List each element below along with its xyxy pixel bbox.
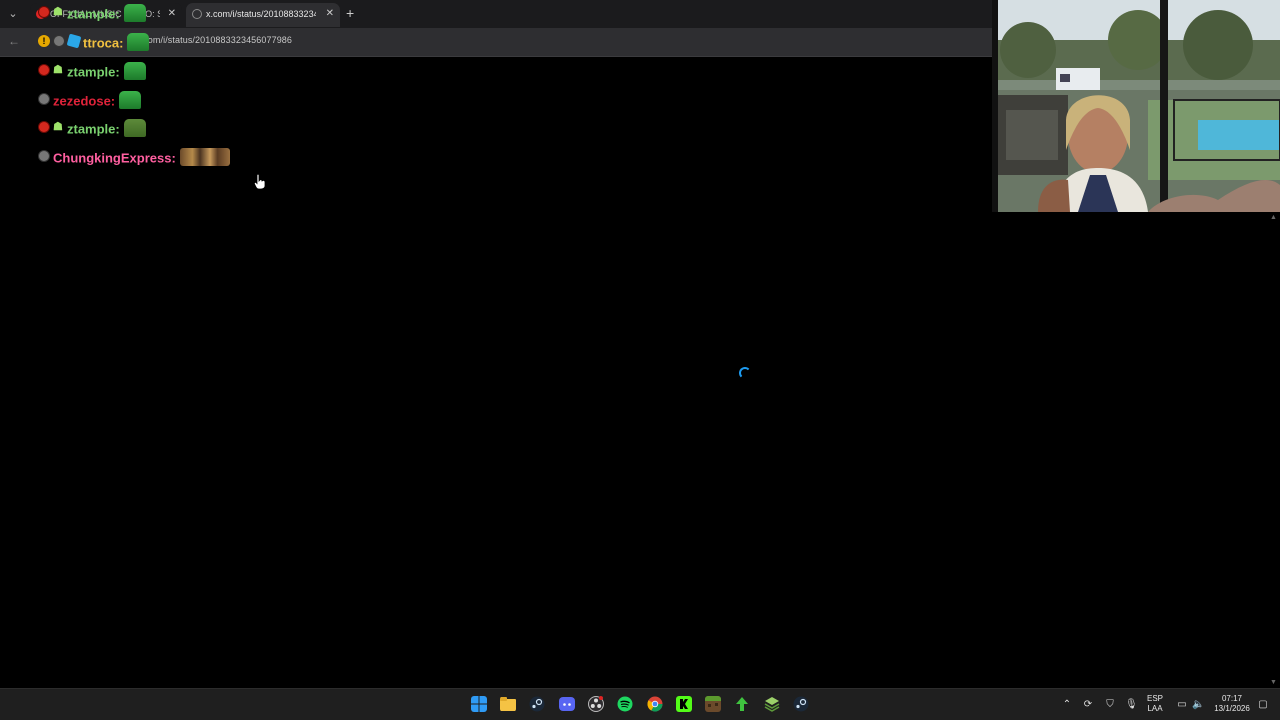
- tab-search-chevron-icon[interactable]: ⌄: [4, 6, 22, 22]
- chat-message: ☗ ztample:: [38, 62, 146, 87]
- chat-username: zezedose:: [53, 93, 116, 109]
- steam-icon[interactable]: [529, 696, 545, 712]
- sync-icon[interactable]: ⟳: [1082, 699, 1094, 711]
- emote-icon: [179, 148, 230, 166]
- webcam-overlay: [992, 0, 1280, 212]
- obs-icon[interactable]: [588, 696, 604, 712]
- network-icon[interactable]: ▭: [1176, 699, 1188, 711]
- gray-badge-icon: [38, 150, 50, 162]
- discord-icon[interactable]: [559, 696, 575, 712]
- scroll-down-arrow-icon[interactable]: ▼: [1270, 679, 1277, 686]
- spotify-icon[interactable]: [617, 696, 633, 712]
- clock[interactable]: 07:17 13/1/2026: [1210, 694, 1254, 714]
- chat-message: ☗ ztample:: [38, 4, 146, 29]
- red-badge-icon: [38, 64, 50, 76]
- tab-x-status[interactable]: x.com/i/status/2010883323456 ✕: [186, 3, 340, 27]
- red-badge-icon: [38, 121, 50, 133]
- new-tab-plus-icon[interactable]: +: [346, 4, 354, 22]
- microphone-icon[interactable]: 🎙: [1125, 699, 1138, 711]
- chat-username: ztample:: [67, 6, 120, 22]
- red-badge-icon: [38, 6, 50, 18]
- chat-username: ztample:: [67, 121, 120, 137]
- file-explorer-icon[interactable]: [500, 696, 516, 712]
- bot-badge-icon: ☗: [53, 63, 63, 76]
- blue-badge-icon: [66, 33, 82, 49]
- chat-username: ztample:: [67, 64, 120, 80]
- minecraft-icon[interactable]: [705, 696, 721, 712]
- scroll-up-arrow-icon[interactable]: ▲: [1270, 214, 1277, 221]
- tab-title: x.com/i/status/2010883323456: [206, 9, 316, 19]
- chat-message: ! ttroca:: [38, 33, 150, 58]
- browser-tab-bar: ⌄ OFFICIAL MUSIC VIDEO: S ✕ x.com/i/stat…: [0, 0, 992, 28]
- webcam-image: [998, 0, 1280, 212]
- layered-app-icon[interactable]: [764, 696, 780, 712]
- security-shield-icon[interactable]: ⛉: [1104, 699, 1116, 711]
- bot-badge-icon: ☗: [53, 5, 63, 18]
- emote-icon: [119, 91, 142, 109]
- show-hidden-icons-chevron-up-icon[interactable]: ⌃: [1061, 699, 1073, 711]
- url-text[interactable]: x.com/i/status/2010883323456077986: [136, 35, 292, 45]
- windows-taskbar: ⌃ ⟳ ⛉ 🎙 ESP LAA ▭ 🔈 07:17 13/1/2026 ▢: [0, 688, 1280, 720]
- chrome-icon[interactable]: [647, 696, 663, 712]
- chat-message: ☗ ztample:: [38, 119, 146, 144]
- page-scrollbar[interactable]: [1268, 212, 1280, 688]
- language-code: ESP: [1147, 694, 1164, 703]
- chat-message: zezedose:: [38, 91, 142, 116]
- hand-cursor-icon: [254, 174, 266, 190]
- chat-username: ttroca:: [83, 35, 124, 51]
- loading-spinner-icon: [739, 367, 751, 379]
- emote-icon: [123, 62, 146, 80]
- notifications-icon[interactable]: ▢: [1257, 699, 1269, 711]
- address-bar[interactable]: x.com/i/status/2010883323456077986: [56, 32, 986, 52]
- gray-badge-icon: [38, 93, 50, 105]
- gray-badge-icon: [53, 35, 65, 47]
- clock-time: 07:17: [1221, 694, 1243, 703]
- screen: ⌄ OFFICIAL MUSIC VIDEO: S ✕ x.com/i/stat…: [0, 0, 1280, 720]
- close-tab-icon[interactable]: ✕: [326, 3, 334, 25]
- kick-icon[interactable]: [676, 696, 692, 712]
- back-arrow-icon[interactable]: ←: [8, 34, 20, 48]
- close-tab-icon[interactable]: ✕: [168, 3, 176, 25]
- keyboard-layout: LAA: [1147, 704, 1163, 713]
- emote-icon: [123, 4, 146, 22]
- chat-username: ChungkingExpress:: [53, 150, 176, 166]
- steam-alt-icon[interactable]: [793, 696, 809, 712]
- emote-icon: [127, 33, 150, 51]
- windows-start-icon[interactable]: [471, 696, 487, 712]
- emote-icon: [123, 119, 146, 137]
- language-indicator[interactable]: ESP LAA: [1147, 694, 1163, 714]
- clock-date: 13/1/2026: [1214, 704, 1250, 713]
- volume-icon[interactable]: 🔈: [1192, 699, 1204, 711]
- bot-badge-icon: ☗: [53, 120, 63, 133]
- chat-message: ChungkingExpress:: [38, 148, 230, 173]
- download-app-icon[interactable]: [734, 696, 750, 712]
- globe-favicon-icon: [192, 9, 202, 19]
- yellow-badge-icon: !: [38, 35, 50, 47]
